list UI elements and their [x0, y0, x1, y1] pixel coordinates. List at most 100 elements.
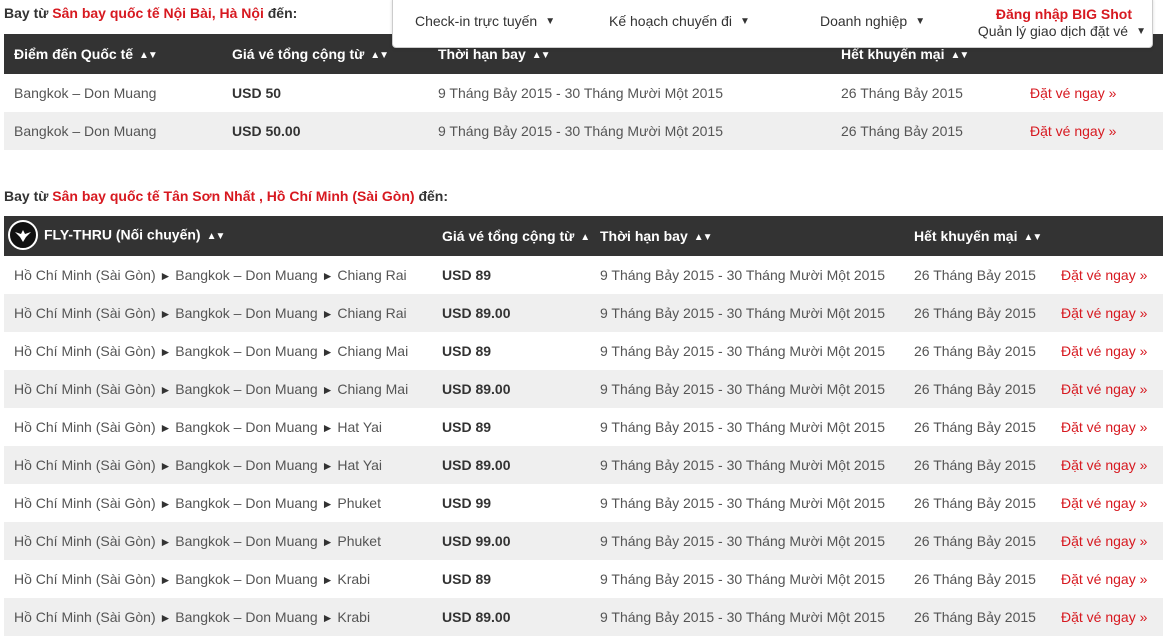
- sort-icon[interactable]: ▲▼: [950, 50, 969, 61]
- triangle-right-icon: ►: [321, 345, 334, 359]
- route-origin: Hồ Chí Minh (Sài Gòn): [14, 495, 156, 511]
- price-cell: USD 89.00: [432, 294, 590, 332]
- column-header-destination[interactable]: Điểm đến Quốc tế ▲▼: [4, 34, 222, 74]
- route-via: Bangkok – Don Muang: [175, 343, 318, 359]
- book-now-link[interactable]: Đặt vé ngay »: [1051, 560, 1163, 598]
- table-row: Hồ Chí Minh (Sài Gòn) ► Bangkok – Don Mu…: [4, 256, 1163, 294]
- table-header-row: FLY-THRU (Nối chuyến) ▲▼ Giá vé tổng cộng…: [4, 216, 1163, 256]
- sort-icon[interactable]: ▲▼: [370, 50, 389, 61]
- route-via: Bangkok – Don Muang: [175, 267, 318, 283]
- triangle-right-icon: ►: [159, 307, 172, 321]
- route-via: Bangkok – Don Muang: [175, 609, 318, 625]
- sort-icon[interactable]: ▲▼: [139, 50, 158, 61]
- book-now-link[interactable]: Đặt vé ngay »: [1020, 112, 1163, 150]
- route-via: Bangkok – Don Muang: [175, 419, 318, 435]
- route-cell: Hồ Chí Minh (Sài Gòn) ► Bangkok – Don Mu…: [4, 408, 432, 446]
- route-origin: Hồ Chí Minh (Sài Gòn): [14, 343, 156, 359]
- sort-icon[interactable]: ▲▼: [207, 231, 226, 242]
- route-destination: Chiang Rai: [337, 267, 407, 283]
- period-cell: 9 Tháng Bảy 2015 - 30 Tháng Mười Một 201…: [590, 446, 904, 484]
- expiry-cell: 26 Tháng Bảy 2015: [831, 112, 1020, 150]
- period-cell: 9 Tháng Bảy 2015 - 30 Tháng Mười Một 201…: [428, 112, 831, 150]
- period-cell: 9 Tháng Bảy 2015 - 30 Tháng Mười Một 201…: [600, 267, 885, 283]
- column-header-price[interactable]: Giá vé tổng cộng từ▲▼: [432, 216, 590, 256]
- fares-table-hcmc: FLY-THRU (Nối chuyến) ▲▼ Giá vé tổng cộng…: [4, 216, 1163, 636]
- route-origin: Hồ Chí Minh (Sài Gòn): [14, 457, 156, 473]
- route-via: Bangkok – Don Muang: [175, 495, 318, 511]
- route-origin: Hồ Chí Minh (Sài Gòn): [14, 381, 156, 397]
- top-nav-panel: Check-in trực tuyến ▼ Kế hoạch chuyến đi ▼…: [392, 0, 1153, 48]
- book-now-link[interactable]: Đặt vé ngay »: [1051, 446, 1163, 484]
- triangle-right-icon: ►: [159, 345, 172, 359]
- section-heading-hcmc: Bay từ Sân bay quốc tế Tân Sơn Nhất , Hồ…: [4, 188, 448, 204]
- nav-business[interactable]: Doanh nghiệp ▼: [820, 13, 925, 29]
- route-cell: Hồ Chí Minh (Sài Gòn) ► Bangkok – Don Mu…: [4, 370, 432, 408]
- column-header-route[interactable]: FLY-THRU (Nối chuyến) ▲▼: [4, 216, 432, 256]
- triangle-right-icon: ►: [321, 383, 334, 397]
- expiry-cell: 26 Tháng Bảy 2015: [841, 85, 963, 101]
- triangle-right-icon: ►: [159, 611, 172, 625]
- column-header-expiry[interactable]: Hết khuyến mại ▲▼: [904, 216, 1051, 256]
- table-row: Bangkok – Don Muang USD 50.00 9 Tháng Bả…: [4, 112, 1163, 150]
- nav-trip-plan[interactable]: Kế hoạch chuyến đi ▼: [609, 13, 750, 29]
- book-now-link[interactable]: Đặt vé ngay »: [1051, 408, 1163, 446]
- period-cell: 9 Tháng Bảy 2015 - 30 Tháng Mười Một 201…: [600, 343, 885, 359]
- book-now-link[interactable]: Đặt vé ngay »: [1051, 522, 1163, 560]
- sort-icon[interactable]: ▲▼: [580, 232, 590, 243]
- book-now-link[interactable]: Đặt vé ngay »: [1020, 74, 1163, 112]
- expiry-cell: 26 Tháng Bảy 2015: [904, 598, 1051, 636]
- triangle-right-icon: ►: [159, 535, 172, 549]
- route-via: Bangkok – Don Muang: [175, 571, 318, 587]
- period-cell: 9 Tháng Bảy 2015 - 30 Tháng Mười Một 201…: [590, 598, 904, 636]
- nav-checkin[interactable]: Check-in trực tuyến ▼: [415, 13, 555, 29]
- table-row: Hồ Chí Minh (Sài Gòn) ► Bangkok – Don Mu…: [4, 598, 1163, 636]
- caret-down-icon: ▼: [545, 15, 556, 27]
- route-origin: Hồ Chí Minh (Sài Gòn): [14, 609, 156, 625]
- table-row: Hồ Chí Minh (Sài Gòn) ► Bangkok – Don Mu…: [4, 446, 1163, 484]
- book-now-link[interactable]: Đặt vé ngay »: [1051, 294, 1163, 332]
- book-now-link[interactable]: Đặt vé ngay »: [1051, 256, 1163, 294]
- destination-cell: Bangkok – Don Muang: [4, 112, 222, 150]
- table-row: Hồ Chí Minh (Sài Gòn) ► Bangkok – Don Mu…: [4, 560, 1163, 598]
- column-header-period[interactable]: Thời hạn bay ▲▼: [590, 216, 904, 256]
- triangle-right-icon: ►: [159, 269, 172, 283]
- triangle-right-icon: ►: [159, 421, 172, 435]
- table-row: Hồ Chí Minh (Sài Gòn) ► Bangkok – Don Mu…: [4, 332, 1163, 370]
- book-now-link[interactable]: Đặt vé ngay »: [1051, 332, 1163, 370]
- section-heading-hanoi: Bay từ Sân bay quốc tế Nội Bài, Hà Nội đ…: [4, 5, 297, 21]
- origin-airport-link[interactable]: Sân bay quốc tế Tân Sơn Nhất , Hồ Chí Mi…: [52, 188, 414, 204]
- route-cell: Hồ Chí Minh (Sài Gòn) ► Bangkok – Don Mu…: [4, 484, 432, 522]
- nav-manage-booking[interactable]: Quản lý giao dịch đặt vé ▼: [978, 23, 1146, 39]
- price-cell: USD 50: [232, 85, 282, 101]
- route-via: Bangkok – Don Muang: [175, 457, 318, 473]
- fares-table-hanoi: Điểm đến Quốc tế ▲▼ Giá vé tổng cộng từ ▲▼…: [4, 34, 1163, 150]
- route-destination: Hat Yai: [337, 457, 383, 473]
- route-destination: Chiang Mai: [337, 381, 409, 397]
- table-row: Hồ Chí Minh (Sài Gòn) ► Bangkok – Don Mu…: [4, 484, 1163, 522]
- triangle-right-icon: ►: [159, 383, 172, 397]
- heading-prefix: Bay từ: [4, 5, 49, 21]
- book-now-link[interactable]: Đặt vé ngay »: [1051, 598, 1163, 636]
- period-cell: 9 Tháng Bảy 2015 - 30 Tháng Mười Một 201…: [600, 571, 885, 587]
- price-cell: USD 89: [442, 267, 492, 283]
- sort-icon[interactable]: ▲▼: [532, 50, 551, 61]
- triangle-right-icon: ►: [159, 497, 172, 511]
- login-big-shot-link[interactable]: Đăng nhập BIG Shot: [996, 6, 1132, 22]
- sort-icon[interactable]: ▲▼: [1023, 232, 1042, 243]
- origin-airport-link[interactable]: Sân bay quốc tế Nội Bài, Hà Nội: [52, 5, 264, 21]
- table-row: Hồ Chí Minh (Sài Gòn) ► Bangkok – Don Mu…: [4, 408, 1163, 446]
- route-destination: Chiang Mai: [337, 343, 409, 359]
- table-row: Hồ Chí Minh (Sài Gòn) ► Bangkok – Don Mu…: [4, 522, 1163, 560]
- book-now-link[interactable]: Đặt vé ngay »: [1051, 370, 1163, 408]
- book-now-link[interactable]: Đặt vé ngay »: [1051, 484, 1163, 522]
- caret-down-icon: ▼: [915, 15, 926, 27]
- price-cell: USD 89: [442, 571, 492, 587]
- expiry-cell: 26 Tháng Bảy 2015: [914, 571, 1036, 587]
- sort-icon[interactable]: ▲▼: [694, 232, 713, 243]
- route-cell: Hồ Chí Minh (Sài Gòn) ► Bangkok – Don Mu…: [4, 598, 432, 636]
- route-destination: Hat Yai: [337, 419, 383, 435]
- period-cell: 9 Tháng Bảy 2015 - 30 Tháng Mười Một 201…: [600, 495, 885, 511]
- route-cell: Hồ Chí Minh (Sài Gòn) ► Bangkok – Don Mu…: [4, 560, 432, 598]
- route-origin: Hồ Chí Minh (Sài Gòn): [14, 267, 156, 283]
- price-cell: USD 99: [442, 495, 492, 511]
